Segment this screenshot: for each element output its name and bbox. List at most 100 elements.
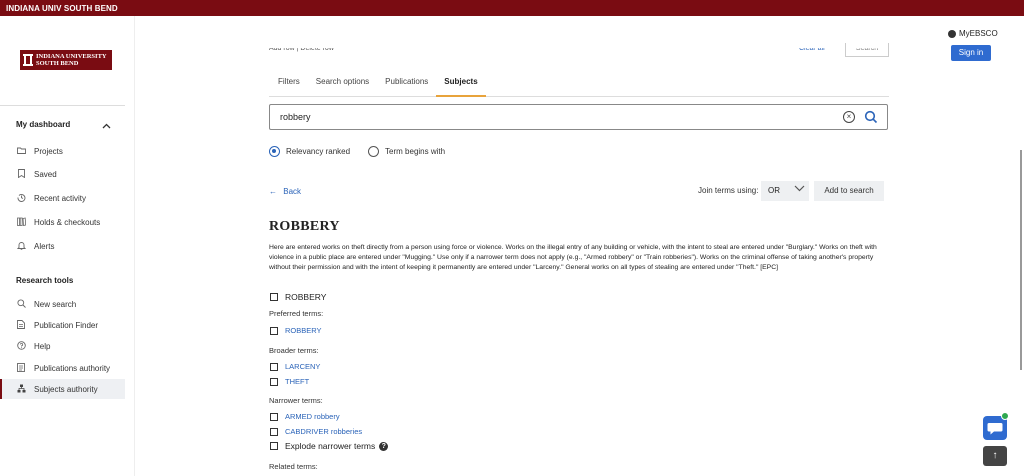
list-icon	[16, 362, 26, 374]
sidebar-item-subjects-authority[interactable]: Subjects authority	[0, 379, 125, 399]
sidebar: INDIANA UNIVERSITY SOUTH BEND My dashboa…	[0, 16, 135, 476]
search-button[interactable]: Search	[845, 43, 889, 57]
help-icon	[16, 340, 26, 352]
logo-line-2: SOUTH BEND	[36, 60, 79, 67]
sidebar-item-publication-finder[interactable]: Publication Finder	[0, 315, 125, 335]
row-controls: Add row | Delete row	[269, 45, 334, 52]
tab-filters[interactable]: Filters	[269, 75, 308, 97]
clear-icon[interactable]: ×	[843, 111, 855, 123]
add-to-search-button[interactable]: Add to search	[814, 181, 884, 201]
sidebar-item-recent-activity[interactable]: Recent activity	[0, 188, 125, 208]
tab-subjects[interactable]: Subjects	[436, 75, 486, 97]
preferred-terms-label: Preferred terms:	[269, 309, 324, 318]
broader-term-row[interactable]: LARCENY	[270, 362, 320, 371]
user-icon	[948, 29, 956, 38]
broader-term-link[interactable]: LARCENY	[285, 362, 320, 371]
search-tabs: Filters Search options Publications Subj…	[269, 75, 889, 97]
sidebar-item-help[interactable]: Help	[0, 336, 125, 356]
checkbox[interactable]	[270, 293, 278, 301]
institution-banner: INDIANA UNIV SOUTH BEND	[0, 0, 1024, 16]
narrower-term-row[interactable]: ARMED robbery	[270, 412, 340, 421]
arrow-up-icon: ↑	[992, 450, 998, 461]
main-content: Add row | Delete row Clear all Search Fi…	[135, 16, 1024, 476]
logo-line-1: INDIANA UNIVERSITY	[36, 53, 107, 60]
broader-term-link[interactable]: THEFT	[285, 377, 309, 386]
ranking-options: Relevancy ranked Term begins with	[269, 146, 463, 157]
hierarchy-icon	[16, 384, 26, 395]
tab-publications[interactable]: Publications	[377, 75, 436, 97]
sidebar-item-label: Publications authority	[34, 363, 111, 373]
narrower-terms-label: Narrower terms:	[269, 396, 323, 405]
checkbox[interactable]	[270, 362, 278, 371]
radio-relevancy-label[interactable]: Relevancy ranked	[286, 147, 350, 156]
term-checkbox-row[interactable]: ROBBERY	[270, 292, 326, 302]
chevron-down-icon	[794, 184, 805, 194]
preferred-term-row[interactable]: ROBBERY	[270, 326, 322, 335]
bookmark-icon	[16, 168, 26, 180]
sidebar-item-label: New search	[34, 299, 77, 309]
join-terms-select[interactable]: OR	[761, 181, 809, 201]
books-icon	[16, 217, 26, 228]
sidebar-item-alerts[interactable]: Alerts	[0, 236, 125, 256]
dashboard-heading[interactable]: My dashboard	[16, 120, 70, 129]
subject-description: Here are entered works on theft directly…	[269, 244, 877, 271]
term-label: ROBBERY	[285, 292, 327, 302]
sidebar-item-projects[interactable]: Projects	[0, 141, 125, 161]
narrower-term-row[interactable]: CABDRIVER robberies	[270, 427, 362, 436]
trident-icon	[23, 54, 33, 66]
search-icon	[16, 298, 26, 310]
search-input-value: robbery	[280, 112, 311, 122]
sidebar-item-new-search[interactable]: New search	[0, 294, 125, 314]
university-logo[interactable]: INDIANA UNIVERSITY SOUTH BEND	[20, 50, 112, 70]
subject-search-input[interactable]: robbery ×	[269, 104, 888, 130]
history-icon	[16, 193, 26, 204]
chevron-up-icon[interactable]	[102, 122, 111, 131]
arrow-left-icon: ←	[269, 187, 277, 196]
checkbox[interactable]	[270, 442, 278, 450]
delete-row-link[interactable]: Delete row	[300, 48, 333, 52]
broader-terms-label: Broader terms:	[269, 346, 319, 355]
broader-term-row[interactable]: THEFT	[270, 377, 309, 386]
checkbox[interactable]	[270, 326, 278, 335]
back-to-top-button[interactable]: ↑	[983, 446, 1007, 466]
sidebar-item-label: Publication Finder	[34, 320, 99, 330]
sidebar-item-label: Projects	[34, 146, 63, 156]
folder-icon	[16, 147, 26, 156]
search-icon[interactable]	[864, 110, 878, 126]
related-terms-label: Related terms:	[269, 462, 318, 471]
checkbox[interactable]	[270, 427, 278, 436]
sidebar-item-publications-authority[interactable]: Publications authority	[0, 358, 125, 378]
scrollbar[interactable]	[1020, 150, 1022, 370]
sign-in-button[interactable]: Sign in	[951, 45, 991, 61]
sidebar-item-label: Subjects authority	[34, 384, 98, 394]
myebsco-link[interactable]: MyEBSCO	[948, 29, 998, 38]
radio-term-begins[interactable]	[368, 146, 380, 157]
add-row-link[interactable]: Add row	[269, 48, 295, 52]
join-terms-label: Join terms using:	[698, 186, 759, 195]
bell-icon	[16, 241, 26, 252]
sidebar-item-label: Alerts	[34, 241, 55, 251]
checkbox[interactable]	[270, 412, 278, 421]
sidebar-item-label: Holds & checkouts	[34, 217, 101, 227]
clear-all-link[interactable]: Clear all	[799, 48, 825, 52]
explode-narrower-row[interactable]: Explode narrower terms ?	[270, 441, 389, 451]
sidebar-item-label: Recent activity	[34, 193, 87, 203]
subject-heading: ROBBERY	[269, 219, 340, 234]
help-icon[interactable]: ?	[379, 441, 389, 451]
narrower-term-link[interactable]: CABDRIVER robberies	[285, 427, 362, 436]
document-icon	[16, 319, 26, 331]
sidebar-item-label: Saved	[34, 169, 57, 179]
back-link[interactable]: ← Back	[269, 187, 301, 196]
sidebar-item-saved[interactable]: Saved	[0, 164, 125, 184]
tab-search-options[interactable]: Search options	[308, 75, 377, 97]
preferred-term-link[interactable]: ROBBERY	[285, 326, 322, 335]
checkbox[interactable]	[270, 377, 278, 386]
sidebar-divider	[0, 105, 125, 106]
sidebar-item-label: Help	[34, 341, 51, 351]
radio-term-begins-label[interactable]: Term begins with	[385, 147, 445, 156]
sidebar-item-holds[interactable]: Holds & checkouts	[0, 212, 125, 232]
radio-relevancy[interactable]	[269, 146, 280, 157]
explode-narrower-label: Explode narrower terms	[285, 441, 376, 451]
narrower-term-link[interactable]: ARMED robbery	[285, 412, 340, 421]
online-status-indicator	[1001, 412, 1009, 420]
